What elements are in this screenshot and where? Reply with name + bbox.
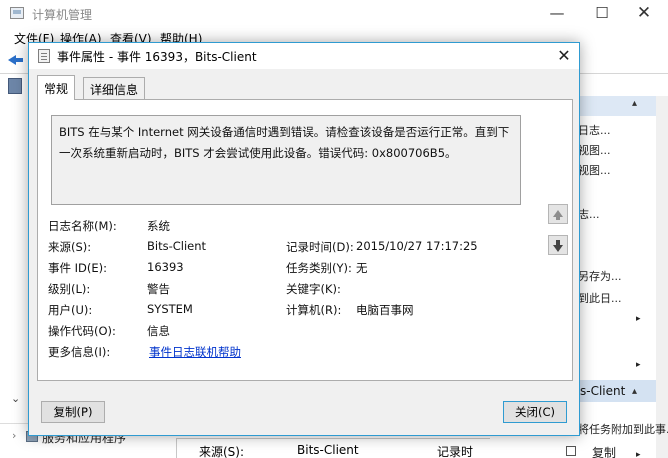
event-id-label: 事件 ID(E): [48, 261, 108, 275]
source-label: 来源(S): [48, 240, 92, 254]
submenu-arrow-icon[interactable]: ▸ [636, 360, 641, 370]
action-item[interactable]: 另存为... [578, 268, 622, 284]
back-arrow-icon[interactable] [8, 53, 24, 67]
event-log-online-help-link[interactable]: 事件日志联机帮助 [149, 344, 241, 360]
preview-record-time-label: 记录时 [437, 445, 474, 458]
next-event-button[interactable] [548, 235, 568, 255]
log-name-value: 系统 [147, 219, 170, 233]
opcode-value: 信息 [147, 324, 170, 338]
collapse-icon[interactable]: ▴ [632, 386, 637, 397]
submenu-arrow-icon[interactable]: ▸ [636, 314, 641, 324]
collapse-icon[interactable]: ▴ [632, 98, 637, 109]
event-properties-icon [38, 49, 50, 63]
preview-source-label: 来源(S): [199, 445, 245, 458]
tab-bar: 常规 详细信息 [37, 75, 573, 100]
task-category-label: 任务类别(Y): [286, 261, 352, 275]
action-item[interactable]: 到此日... [578, 290, 622, 306]
logged-value: 2015/10/27 17:17:25 [356, 239, 478, 253]
maximize-button[interactable]: ☐ [582, 2, 622, 26]
action-item[interactable]: 日志... [578, 122, 611, 138]
actions-bits-client-label: s-Client [580, 384, 626, 398]
opcode-label: 操作代码(O): [48, 324, 116, 338]
dialog-close-button[interactable]: ✕ [549, 44, 579, 68]
computer-label: 计算机(R): [286, 303, 342, 317]
event-preview-pane: 来源(S): Bits-Client 记录时 [176, 438, 490, 458]
window-title: 计算机管理 [32, 8, 93, 22]
chevron-down-icon[interactable]: ⌄ [11, 392, 20, 405]
event-properties-dialog: 事件属性 - 事件 16393，Bits-Client ✕ 常规 详细信息 BI… [28, 42, 580, 436]
copy-button[interactable]: 复制(P) [41, 401, 105, 423]
previous-event-button[interactable] [548, 204, 568, 224]
source-value: Bits-Client [147, 239, 207, 253]
dialog-title-bar: 事件属性 - 事件 16393，Bits-Client ✕ [29, 43, 579, 69]
copy-icon [566, 446, 576, 456]
log-name-label: 日志名称(M): [48, 219, 117, 233]
actions-scrollbar[interactable] [656, 96, 668, 458]
user-label: 用户(U): [48, 303, 93, 317]
tab-general[interactable]: 常规 [37, 75, 76, 100]
title-bar: 计算机管理 — ☐ ✕ [0, 0, 668, 28]
action-item[interactable]: 视图... [578, 162, 611, 178]
computer-management-tree-icon[interactable] [8, 78, 22, 94]
action-item[interactable]: 志... [578, 206, 600, 222]
minimize-button[interactable]: — [537, 2, 577, 26]
submenu-arrow-icon[interactable]: ▸ [636, 450, 641, 458]
general-tab-panel: BITS 在与某个 Internet 网关设备通信时遇到错误。请检查该设备是否运… [37, 99, 573, 381]
preview-source-value: Bits-Client [297, 443, 359, 457]
level-value: 警告 [147, 282, 170, 296]
chevron-right-icon[interactable]: › [12, 429, 16, 442]
event-description[interactable]: BITS 在与某个 Internet 网关设备通信时遇到错误。请检查该设备是否运… [51, 115, 521, 205]
action-copy[interactable]: 复制 [592, 444, 616, 458]
dialog-title: 事件属性 - 事件 16393，Bits-Client [57, 50, 257, 64]
action-item[interactable]: 视图... [578, 142, 611, 158]
tab-details[interactable]: 详细信息 [83, 77, 146, 99]
more-info-label: 更多信息(I): [48, 345, 111, 359]
event-id-value: 16393 [147, 260, 184, 274]
close-button[interactable]: 关闭(C) [503, 401, 567, 423]
logged-label: 记录时间(D): [286, 240, 354, 254]
computer-value: 电脑百事网 [356, 303, 414, 317]
computer-management-icon [10, 7, 24, 19]
keywords-label: 关键字(K): [286, 282, 341, 296]
close-window-button[interactable]: ✕ [624, 2, 664, 26]
actions-pane: ▴ 日志... 视图... 视图... 志... 另存为... 到此日... ▸… [566, 74, 668, 458]
task-category-value: 无 [356, 261, 368, 275]
action-item[interactable]: 将任务附加到此事... [578, 421, 668, 437]
level-label: 级别(L): [48, 282, 91, 296]
user-value: SYSTEM [147, 302, 193, 316]
